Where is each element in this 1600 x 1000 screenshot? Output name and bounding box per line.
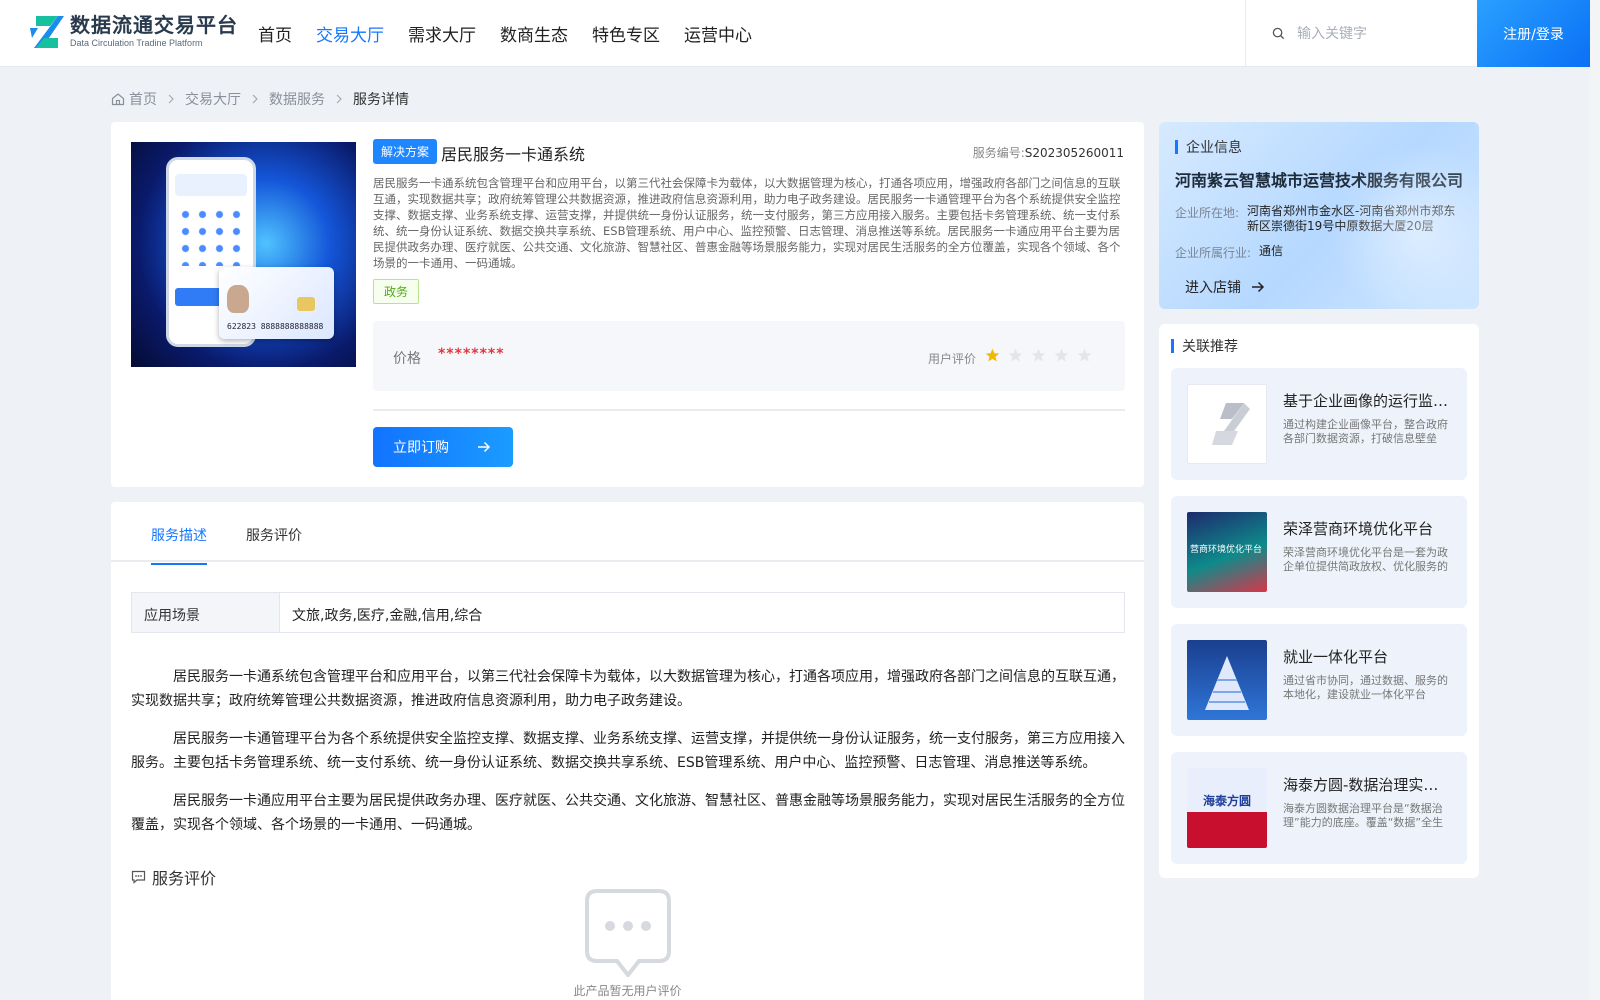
breadcrumb-trading-hall[interactable]: 交易大厅 [185, 89, 241, 109]
recommend-thumbnail [1187, 640, 1267, 720]
buy-now-button[interactable]: 立即订购 [373, 427, 513, 467]
product-title: 居民服务一卡通系统 [441, 145, 586, 164]
tab-service-description[interactable]: 服务描述 [151, 525, 207, 565]
breadcrumb-current: 服务详情 [353, 92, 409, 108]
breadcrumb: 首页 交易大厅 数据服务 服务详情 [111, 89, 409, 109]
recommend-title: 基于企业画像的运行监测平台 [1283, 392, 1453, 410]
company-industry: 通信 [1259, 244, 1284, 258]
arrow-right-icon [1252, 281, 1265, 293]
recommend-title: 海泰方圆-数据治理实施服务 [1283, 776, 1453, 794]
recommend-thumbnail: 海泰方圆 [1187, 768, 1267, 848]
price-panel: 价格 ******** 用户评价 [373, 321, 1125, 391]
search-input[interactable] [1297, 25, 1467, 42]
star-filled-icon [985, 348, 1000, 363]
chevron-right-icon [167, 94, 175, 104]
company-location: 河南省郑州市金水区-河南省郑州市郑东新区崇德街19号中原数据大厦20层 [1247, 204, 1456, 233]
nav-special-zone[interactable]: 特色专区 [592, 21, 660, 46]
search-box [1245, 0, 1477, 67]
breadcrumb-home[interactable]: 首页 [111, 89, 157, 109]
comment-icon [131, 870, 146, 884]
search-icon[interactable] [1272, 27, 1285, 40]
evaluation-heading: 服务评价 [131, 865, 216, 889]
rating-stars [985, 348, 1100, 363]
recommend-description: 海泰方圆数据治理平台是“数据治理”能力的底座。覆盖“数据”全生命周期 [1283, 802, 1444, 829]
nav-trading-hall[interactable]: 交易大厅 [316, 21, 384, 46]
login-button[interactable]: 注册/登录 [1477, 0, 1590, 67]
rating-label: 用户评价 [928, 352, 977, 366]
breadcrumb-data-service[interactable]: 数据服务 [269, 89, 325, 109]
nav-home[interactable]: 首页 [258, 21, 292, 46]
company-industry-row: 企业所属行业: 通信 [1175, 244, 1284, 260]
scene-value: 文旅,政务,医疗,金融,信用,综合 [292, 608, 483, 624]
recommend-item[interactable]: 营商环境优化平台 荣泽营商环境优化平台 荣泽营商环境优化平台是一套为政企单位提供… [1171, 496, 1467, 608]
star-empty-icon [1031, 348, 1046, 363]
service-detail-card: 服务描述 服务评价 应用场景 文旅,政务,医疗,金融,信用,综合 居民服务一卡通… [111, 502, 1144, 1000]
nav-operation-center[interactable]: 运营中心 [684, 21, 752, 46]
chevron-right-icon [335, 94, 343, 104]
tab-service-evaluation[interactable]: 服务评价 [246, 525, 302, 563]
nav-ecosystem[interactable]: 数商生态 [500, 21, 568, 46]
company-info-card: 企业信息 河南紫云智慧城市运营技术服务有限公司 企业所在地: 河南省郑州市金水区… [1159, 122, 1479, 309]
category-tag: 政务 [373, 279, 420, 304]
price-value: ******** [438, 346, 505, 362]
star-empty-icon [1054, 348, 1069, 363]
platform-logo[interactable]: 数据流通交易平台 Data Circulation Tradine Platfo… [28, 12, 238, 52]
company-section-heading: 企业信息 [1175, 137, 1242, 157]
logo-title: 数据流通交易平台 [70, 13, 238, 37]
recommend-item[interactable]: 就业一体化平台 通过省市协同，通过数据、服务的本地化，建设就业一体化平台 [1171, 624, 1467, 736]
chevron-right-icon [251, 94, 259, 104]
scene-key: 应用场景 [132, 593, 280, 632]
detail-tabs: 服务描述 服务评价 [111, 502, 1144, 565]
empty-comment-icon [585, 889, 671, 981]
related-recommend-card: 关联推荐 基于企业画像的运行监测平台 通过构建企业画像平台，整合政府各部门数据资… [1159, 324, 1479, 878]
empty-evaluation-text: 此产品暂无用户评价 [573, 984, 682, 998]
solution-tag: 解决方案 [373, 139, 438, 164]
recommend-description: 通过构建企业画像平台，整合政府各部门数据资源，打破信息壁垒 [1283, 418, 1448, 445]
star-empty-icon [1008, 348, 1023, 363]
company-name: 河南紫云智慧城市运营技术服务有限公司 [1175, 171, 1464, 190]
price-label: 价格 [393, 351, 421, 367]
main-nav: 首页 交易大厅 需求大厅 数商生态 特色专区 运营中心 [258, 0, 776, 67]
description-paragraph: 居民服务一卡通应用平台主要为居民提供政务办理、医疗就医、公共交通、文化旅游、智慧… [131, 793, 1125, 833]
company-location-row: 企业所在地: 河南省郑州市金水区-河南省郑州市郑东新区崇德街19号中原数据大厦2… [1175, 204, 1456, 233]
logo-icon [28, 12, 66, 52]
top-header: 数据流通交易平台 Data Circulation Tradine Platfo… [0, 0, 1590, 67]
recommend-title: 就业一体化平台 [1283, 648, 1389, 666]
scene-row: 应用场景 文旅,政务,医疗,金融,信用,综合 [131, 592, 1125, 633]
product-card: 622823 8888888888888 解决方案 居民服务一卡通系统 服务编号… [111, 122, 1144, 487]
enter-shop-button[interactable]: 进入店铺 [1175, 272, 1275, 302]
card-number: 622823 8888888888888 [227, 322, 324, 331]
nav-demand-hall[interactable]: 需求大厅 [408, 21, 476, 46]
recommend-title: 荣泽营商环境优化平台 [1283, 520, 1434, 538]
recommend-description: 通过省市协同，通过数据、服务的本地化，建设就业一体化平台 [1283, 674, 1448, 701]
home-icon [111, 93, 125, 106]
social-security-card-illustration: 622823 8888888888888 [219, 267, 334, 339]
recommend-item[interactable]: 海泰方圆 海泰方圆-数据治理实施服务 海泰方圆数据治理平台是“数据治理”能力的底… [1171, 752, 1467, 864]
product-image: 622823 8888888888888 [131, 142, 356, 367]
divider [373, 409, 1125, 411]
product-description: 居民服务一卡通系统包含管理平台和应用平台，以第三代社会保障卡为载体，以大数据管理… [373, 176, 1121, 270]
recommend-thumbnail: 营商环境优化平台 [1187, 512, 1267, 592]
service-number: 服务编号:S202305260011 [972, 146, 1124, 160]
recommend-thumbnail [1187, 384, 1267, 464]
recommend-description: 荣泽营商环境优化平台是一套为政企单位提供简政放权、优化服务的平台 [1283, 546, 1448, 573]
arrow-right-icon [478, 441, 491, 453]
description-paragraph: 居民服务一卡通系统包含管理平台和应用平台，以第三代社会保障卡为载体，以大数据管理… [131, 669, 1125, 709]
recommend-item[interactable]: 基于企业画像的运行监测平台 通过构建企业画像平台，整合政府各部门数据资源，打破信… [1171, 368, 1467, 480]
logo-subtitle: Data Circulation Tradine Platform [70, 38, 203, 48]
recommend-section-heading: 关联推荐 [1171, 336, 1238, 356]
description-paragraph: 居民服务一卡通管理平台为各个系统提供安全监控支撑、数据支撑、业务系统支撑、运营支… [131, 731, 1125, 771]
star-empty-icon [1077, 348, 1092, 363]
scrollbar[interactable] [1590, 0, 1600, 1000]
